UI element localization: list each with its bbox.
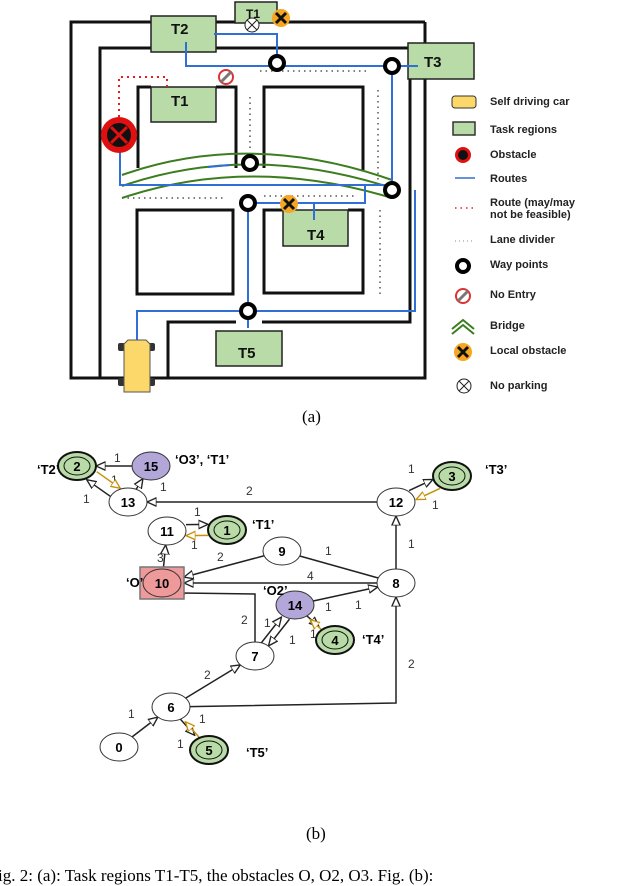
node-id: 1 [223,523,230,538]
graph-node-8: 8 [377,569,415,597]
edge-weight: 2 [217,550,224,564]
node-id: 2 [73,459,80,474]
graph-node-4: 4 [316,626,354,654]
edge-weight: 1 [194,505,201,519]
node-annotation: ‘T1’ [252,517,274,532]
graph-node-12: 12 [377,488,415,516]
edge-weight: 3 [157,551,164,565]
graph-node-9: 9 [263,537,301,565]
edge-weight: 2 [241,613,248,627]
edge-weight: 1 [289,633,296,647]
edge-weight: 1 [199,712,206,726]
edge-weight: 1 [355,598,362,612]
figure-caption: ig. 2: (a): Task regions T1-T5, the obst… [0,866,433,886]
node-id: 0 [115,740,122,755]
edge-0-6 [132,717,158,737]
node-id: 4 [331,633,339,648]
edge-14-8 [313,587,378,601]
edge-weight: 1 [325,600,332,614]
node-annotation: ‘T4’ [362,632,384,647]
edge-9-10 [184,556,264,577]
graph-node-1: 1 [208,516,246,544]
edge-weight: 1 [83,492,90,506]
edge-weight: 1 [114,451,121,465]
edge-weight: 2 [204,668,211,682]
edge-13-15 [136,479,143,490]
node-annotation: ‘O3’, ‘T1’ [175,452,229,467]
graph-node-15: 15 [132,452,170,480]
node-id: 12 [389,495,403,510]
graph-node-2: 2 [58,452,96,480]
node-annotation: ‘T5’ [246,745,268,760]
node-id: 11 [160,524,174,539]
node-annotation: ‘O’ [126,575,143,590]
graph-node-3: 3 [433,462,471,490]
graph-node-10: 10 [140,567,184,599]
node-id: 5 [205,743,212,758]
node-id: 15 [144,459,158,474]
graph-node-7: 7 [236,642,274,670]
node-id: 14 [288,598,303,613]
edge-weight: 1 [128,707,135,721]
edge-12-3 [409,479,433,490]
edge-6-7 [186,665,241,698]
graph-node-11: 11 [148,517,186,545]
node-id: 10 [155,576,169,591]
edge-weight: 2 [408,657,415,671]
caption-b: (b) [306,824,326,844]
edge-weight: 4 [307,569,314,583]
node-annotation: ‘T2’ [37,462,59,477]
edge-weight: 1 [408,462,415,476]
node-id: 9 [278,544,285,559]
node-annotation: ‘T3’ [485,462,507,477]
edge-weight: 1 [325,544,332,558]
edge-13-2 [87,480,111,497]
edge-weight: 2 [246,484,253,498]
edge-weight: 1 [191,538,198,552]
edge-weight: 1 [160,480,167,494]
edge-weight: 1 [264,616,271,630]
task-graph: 1111211113214211111122111012345678910111… [0,0,640,800]
graph-node-6: 6 [152,693,190,721]
edge-14-7 [269,619,290,646]
graph-node-13: 13 [109,488,147,516]
node-id: 3 [448,469,455,484]
edge-weight: 1 [408,537,415,551]
edge-weight: 1 [177,737,184,751]
node-id: 8 [392,576,399,591]
node-id: 13 [121,495,135,510]
graph-node-0: 0 [100,733,138,761]
node-id: 6 [167,700,174,715]
edge-10-11 [164,545,166,567]
node-id: 7 [251,649,258,664]
edge-weight: 1 [432,498,439,512]
graph-node-5: 5 [190,736,228,764]
node-annotation: ‘O2’ [263,583,288,598]
